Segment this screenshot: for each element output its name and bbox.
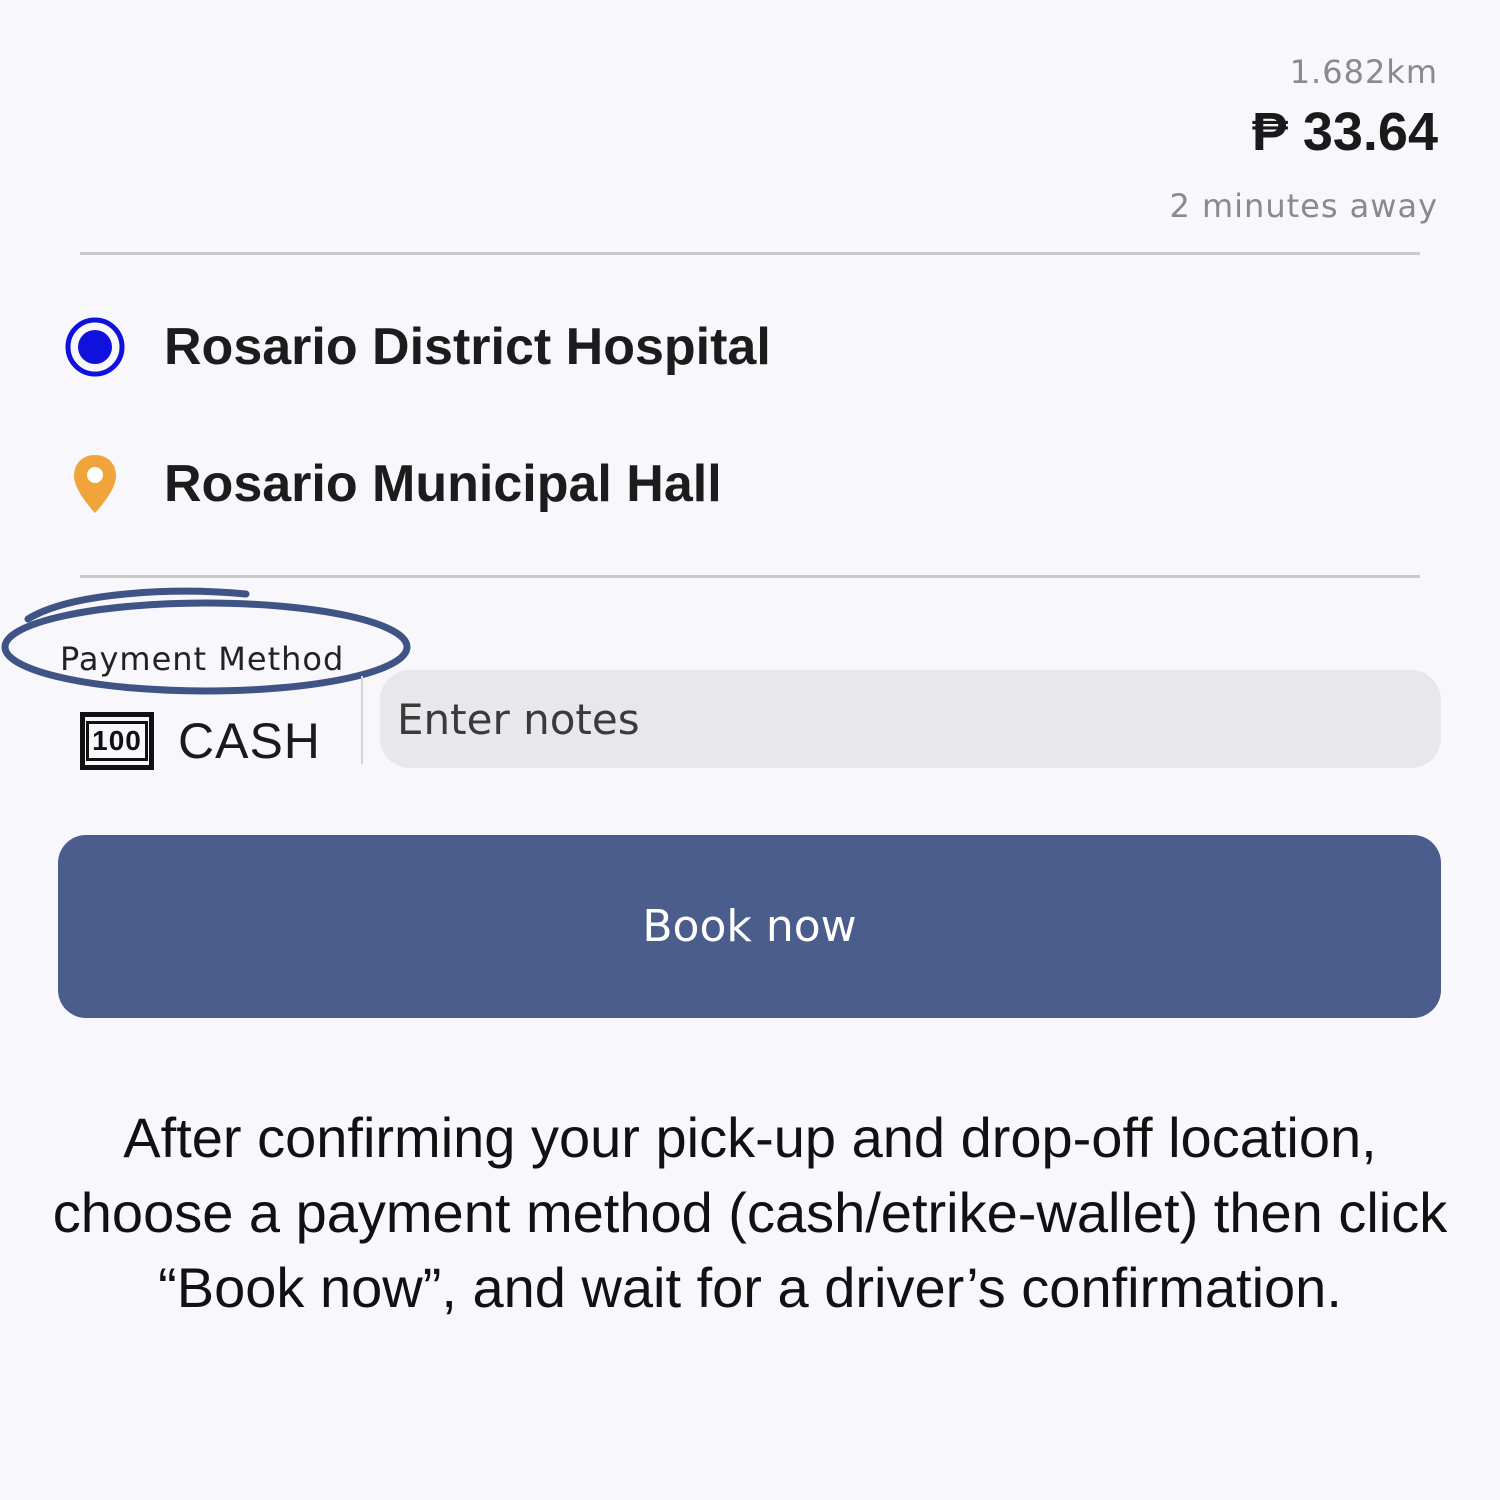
pickup-location-row[interactable]: Rosario District Hospital (62, 314, 771, 380)
trip-fare: ₱ 33.64 (1251, 102, 1438, 162)
trip-summary: 1.682km ₱ 33.64 2 minutes away (1169, 50, 1438, 228)
radio-dot-icon (62, 314, 128, 380)
map-pin-icon (62, 451, 128, 517)
driver-eta: 2 minutes away (1169, 187, 1438, 225)
dropoff-location-label: Rosario Municipal Hall (164, 455, 722, 513)
payment-method-selector[interactable]: 100 CASH (80, 712, 321, 770)
dropoff-location-row[interactable]: Rosario Municipal Hall (62, 451, 722, 517)
top-divider (80, 252, 1420, 255)
pickup-location-label: Rosario District Hospital (164, 318, 771, 376)
payment-method-value: CASH (178, 713, 321, 769)
payment-method-title: Payment Method (60, 640, 345, 678)
trip-distance: 1.682km (1289, 53, 1438, 91)
middle-divider (80, 575, 1420, 578)
book-now-button[interactable]: Book now (58, 835, 1441, 1018)
instruction-text: After confirming your pick-up and drop-o… (52, 1106, 1448, 1319)
cash-banknote-value: 100 (86, 721, 148, 761)
notes-input[interactable] (380, 670, 1441, 768)
cash-banknote-icon: 100 (80, 712, 154, 770)
payment-notes-separator (361, 676, 363, 764)
